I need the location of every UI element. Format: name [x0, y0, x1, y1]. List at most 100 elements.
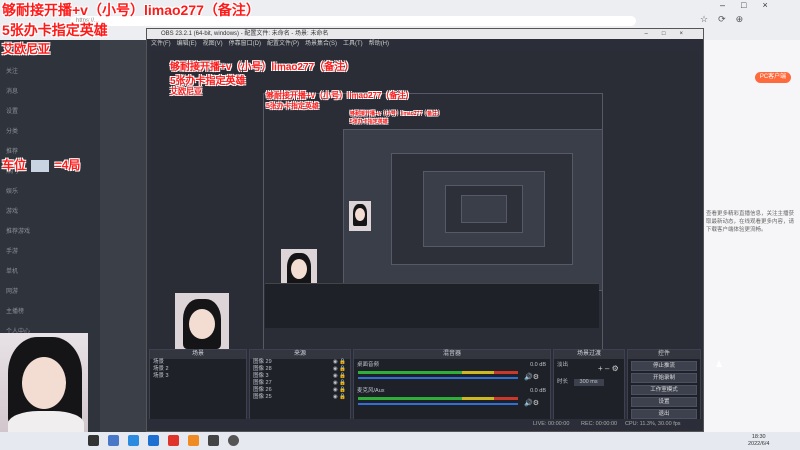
mixer-track-1-slider[interactable]	[358, 377, 518, 379]
sources-panel: 来源 图像 29 ◉ 🔒 图像 28 ◉ 🔒 图像 3 ◉ 🔒 图像 27 ◉ 🔒 图像 26 ◉…	[249, 349, 351, 429]
sidebar-item[interactable]: 单机	[6, 266, 18, 275]
source-label: 图像 3	[253, 373, 269, 379]
mail-icon[interactable]	[108, 435, 119, 446]
status-live: LIVE: 00:00:00	[533, 421, 570, 427]
visibility-lock-icon[interactable]: ◉ 🔒	[333, 373, 346, 380]
status-cpu: CPU: 11.3%, 30.00 fps	[625, 421, 681, 427]
source-item[interactable]: 图像 26 ◉ 🔒	[250, 387, 350, 394]
status-rec: REC: 00:00:00	[581, 421, 618, 427]
scene-item[interactable]: 场景 2	[150, 366, 246, 373]
menu-item[interactable]: 场景集合(S)	[305, 41, 337, 47]
sidebar-item[interactable]: 主播榜	[6, 306, 24, 315]
mixer-title: 混音器	[354, 350, 550, 359]
sources-list: 图像 29 ◉ 🔒 图像 28 ◉ 🔒 图像 3 ◉ 🔒 图像 27 ◉ 🔒 图像 26 ◉ 🔒 图…	[250, 359, 350, 401]
nested3-overlay-line-1: 够耐接开播+v（小号）limao277（备注）	[350, 111, 443, 117]
obs-title: OBS 23.2.1 (64-bit, windows) - 配置文件: 未命名…	[161, 31, 329, 37]
control-button[interactable]: 停止推流	[631, 361, 697, 371]
scenes-list: 场景 场景 2 场景 3	[150, 359, 246, 380]
visibility-lock-icon[interactable]: ◉ 🔒	[333, 394, 346, 401]
mixer-track-1-name: 桌面音频	[357, 362, 380, 368]
menu-item[interactable]: 编辑(E)	[177, 41, 197, 47]
page-right-column	[700, 40, 800, 432]
menu-item[interactable]: 帮助(H)	[369, 41, 389, 47]
nested3-overlay-line-2: 5张办卡指定英雄	[350, 119, 388, 125]
scenes-panel: 场景 场景场景 2场景 3 + – ∧ ∨	[149, 349, 247, 429]
obs-taskbar-icon[interactable]	[208, 435, 219, 446]
ie-icon[interactable]	[128, 435, 139, 446]
nested2-overlay-line-1: 够耐接开播+v（小号）limao277（备注）	[266, 91, 414, 100]
mixer-track-2-db: 0.0 dB	[530, 388, 546, 394]
scene-item[interactable]: 场景	[150, 359, 246, 366]
sidebar-item[interactable]: 设置	[6, 106, 18, 115]
source-item[interactable]: 图像 25 ◉ 🔒	[250, 394, 350, 401]
menu-item[interactable]: 文件(F)	[151, 41, 171, 47]
transition-controls[interactable]: + – ⚙	[598, 364, 619, 373]
nested-obs-6	[461, 195, 507, 223]
nested-overlay-line-2: 5张办卡指定英雄	[170, 76, 246, 87]
sidebar-item[interactable]: 游戏	[6, 206, 18, 215]
visibility-lock-icon[interactable]: ◉ 🔒	[333, 380, 346, 387]
nested-overlay-line-1: 够耐接开播+v（小号）limao277（备注）	[170, 62, 355, 73]
taskbar	[0, 432, 800, 450]
obs-window-controls[interactable]: –□×	[645, 29, 697, 39]
source-label: 图像 29	[253, 359, 272, 365]
transitions-title: 场景过渡	[554, 350, 624, 359]
duration-input[interactable]: 300 ms	[573, 379, 604, 386]
browser-toolbar-icons[interactable]: ☆⟳⊕	[700, 14, 753, 25]
pc-client-badge[interactable]: PC客户端	[755, 72, 791, 83]
menu-item[interactable]: 配置文件(P)	[267, 41, 299, 47]
menu-item[interactable]: 视图(V)	[203, 41, 223, 47]
obs-menubar: 文件(F) 编辑(E) 视图(V) 停靠窗口(D) 配置文件(P) 场景集合(S) 工具(T…	[147, 39, 703, 49]
control-button[interactable]: 工作室模式	[631, 385, 697, 395]
sidebar-item[interactable]: 娱乐	[6, 186, 18, 195]
mixer-track-2-name: 麦克风/Aux	[357, 388, 385, 394]
source-item[interactable]: 图像 3 ◉ 🔒	[250, 373, 350, 380]
source-item[interactable]: 图像 29 ◉ 🔒	[250, 359, 350, 366]
sidebar-item[interactable]: 推荐游戏	[6, 226, 30, 235]
visibility-lock-icon[interactable]: ◉ 🔒	[333, 387, 346, 394]
source-item[interactable]: 图像 28 ◉ 🔒	[250, 366, 350, 373]
sidebar-item[interactable]: 手游	[6, 246, 18, 255]
scene-item[interactable]: 场景 3	[150, 373, 246, 380]
overlay-line-3: 艾欧尼亚	[2, 42, 51, 56]
app-red-icon[interactable]	[168, 435, 179, 446]
overlay-line-2: 5张办卡指定英雄	[2, 22, 108, 38]
window-controls[interactable]: –□×	[720, 0, 784, 10]
start-icon[interactable]	[88, 435, 99, 446]
sidebar-item[interactable]: 关注	[6, 66, 18, 75]
control-button[interactable]: 设置	[631, 397, 697, 407]
rank-avatar-icon	[31, 159, 50, 172]
mixer-track-1-meter	[358, 371, 518, 374]
mixer-track-2-slider[interactable]	[358, 403, 518, 405]
menu-item[interactable]: 停靠窗口(D)	[229, 41, 261, 47]
sidebar-item[interactable]: 消息	[6, 86, 18, 95]
visibility-lock-icon[interactable]: ◉ 🔒	[333, 366, 346, 373]
rank-text: 车位	[2, 158, 27, 172]
source-label: 图像 25	[253, 394, 272, 400]
sidebar-item[interactable]: 网游	[6, 286, 18, 295]
visibility-lock-icon[interactable]: ◉ 🔒	[333, 359, 346, 366]
mixer-track-2-meter	[358, 397, 518, 400]
sidebar-item[interactable]: 分类	[6, 126, 18, 135]
control-button[interactable]: 退出	[631, 409, 697, 419]
control-button[interactable]: 开始录制	[631, 373, 697, 383]
edge-icon[interactable]	[148, 435, 159, 446]
obs-statusbar: LIVE: 00:00:00 REC: 00:00:00 CPU: 11.3%,…	[147, 419, 703, 429]
mouse-cursor-icon	[716, 360, 722, 367]
source-item[interactable]: 图像 27 ◉ 🔒	[250, 380, 350, 387]
mixer-track-2-speaker-icon[interactable]: 🔊⚙	[524, 399, 539, 407]
transitions-panel: 场景过渡 淡出 + – ⚙ 时长 300 ms	[553, 349, 625, 429]
obs-icon[interactable]	[228, 435, 239, 446]
rank-suffix: =4局	[54, 158, 81, 172]
taskbar-clock: 18:30 2022/6/4	[748, 434, 769, 448]
nested-webcam-3	[349, 201, 371, 231]
controls-panel: 控件 停止推流 开始录制 工作室模式 设置 退出	[627, 349, 701, 429]
mixer-track-1-speaker-icon[interactable]: 🔊⚙	[524, 373, 539, 381]
nested-dock	[265, 283, 599, 328]
menu-item[interactable]: 工具(T)	[343, 41, 363, 47]
menu-items[interactable]: 文件(F) 编辑(E) 视图(V) 停靠窗口(D) 配置文件(P) 场景集合(S) 工具(T…	[147, 41, 395, 47]
sidebar-item[interactable]: 推荐	[6, 146, 18, 155]
sources-title: 来源	[250, 350, 350, 359]
obs-preview[interactable]	[151, 51, 699, 369]
app-orange-icon[interactable]	[188, 435, 199, 446]
